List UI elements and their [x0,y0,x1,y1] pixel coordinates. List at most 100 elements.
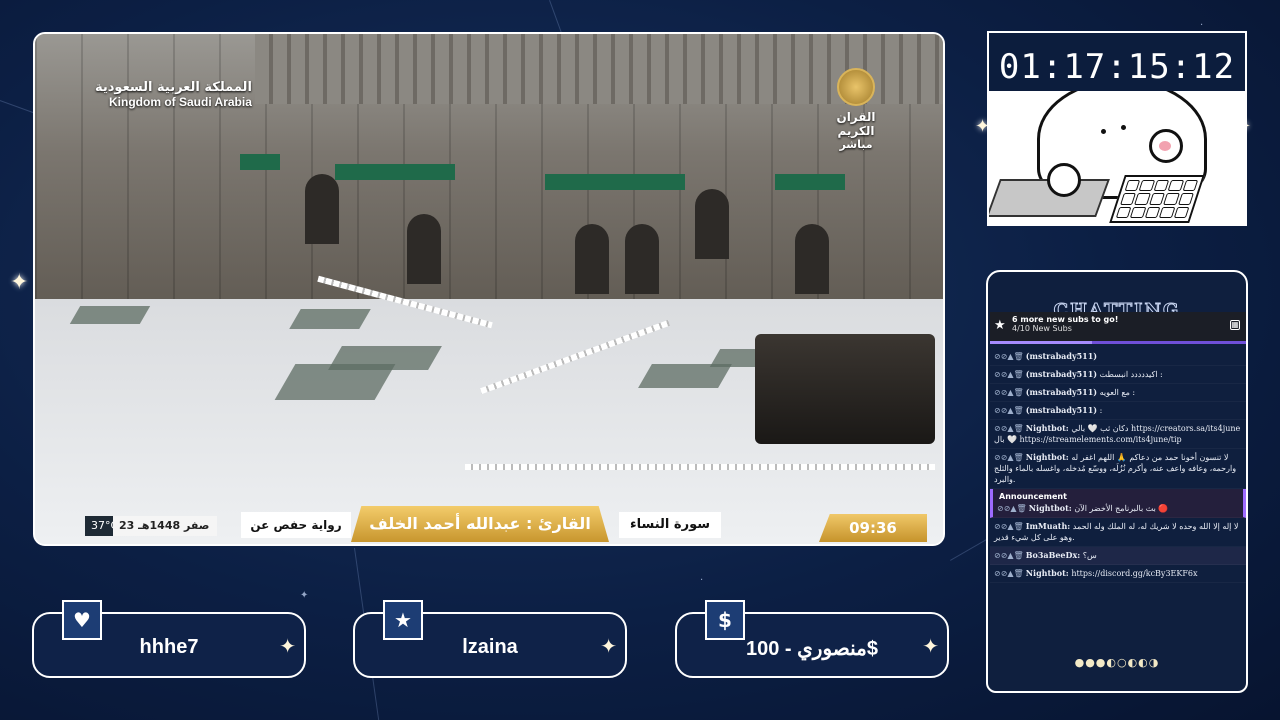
chat-username[interactable]: Nightbot: [1026,568,1069,578]
video-tile [289,309,371,329]
sparkle-icon: ✦ [279,634,296,658]
cat-paw-pad [1159,141,1171,151]
chat-badges: ⊘⊘▲🗑 [997,504,1027,513]
chat-username[interactable]: Nightbot: [1029,503,1072,513]
chat-text: https://discord.gg/kcBy3EKF6x [1071,569,1198,578]
sub-goal-widget: ★ 6 more new subs to go! 4/10 New Subs ▦ [990,312,1246,344]
video-tile [638,364,732,388]
chat-message: ⊘⊘▲🗑 Nightbot: https://discord.gg/kcBy3EK… [990,565,1246,583]
dollar-icon: $ [705,600,745,640]
chat-badges: ⊘⊘▲🗑 [994,370,1024,379]
video-arch [575,224,609,294]
live-video-frame: المملكة العربية السعودية Kingdom of Saud… [33,32,945,546]
channel-name: القران الكريم [836,110,876,138]
video-arch [625,224,659,294]
chat-username[interactable]: ImMuath: [1026,521,1071,531]
latest-follower: hhhe7 [139,636,199,658]
video-roof [775,174,845,190]
video-arch [795,224,829,294]
surah-label: سورة النساء [619,512,721,538]
background-line [0,100,38,115]
lower-third: 37°C 23 صفر 1448هـ رواية حفص عن عاصم الق… [35,504,943,544]
chat-page-dots: ●●●◐○◐◐◑ [1074,656,1160,669]
date-label: 23 صفر 1448هـ [113,516,218,536]
chat-badges: ⊘⊘▲🗑 [994,424,1024,433]
background-star: ✦ [300,590,309,601]
chat-text: اكيددددد انبسطت : [1099,370,1163,379]
chat-badges: ⊘⊘▲🗑 [994,352,1024,361]
chat-message: ⊘⊘▲🗑 (mstrabady511) : [990,402,1246,420]
sub-goal-progress-bar [990,341,1093,344]
chat-panel: CHATTING ★ 6 more new subs to go! 4/10 N… [986,270,1248,693]
video-roof [335,164,455,180]
channel-emblem-icon [837,68,875,106]
video-tile [69,306,151,324]
goal-star-icon: ★ [994,318,1006,333]
video-arch [695,189,729,259]
chat-username[interactable]: Bo3aBeeDx: [1026,550,1080,560]
donation-alert: $ منصوري - 100$ ✦ [675,600,949,678]
cat-paw-left [1047,163,1081,197]
clock-label: 09:36 [819,514,927,542]
chat-username[interactable]: (mstrabady511) [1026,369,1097,379]
cat-eye [1101,129,1106,134]
gift-icon[interactable]: ▦ [1230,320,1240,330]
chat-badges: ⊘⊘▲🗑 [994,569,1024,578]
chat-username[interactable]: (mstrabady511) [1026,351,1097,361]
ksa-watermark: المملكة العربية السعودية Kingdom of Saud… [95,80,252,109]
video-arch [407,214,441,284]
channel-live-label: مباشر [839,138,873,151]
subscriber-alert: ★ lzaina ✦ [353,600,627,678]
chat-text: س؟ [1082,551,1097,560]
sparkle-icon: ✦ [922,634,939,658]
announcement-label: Announcement [999,492,1067,501]
chat-username[interactable]: Nightbot: [1026,423,1069,433]
sparkle-icon: ✦ [600,634,617,658]
chat-message: ⊘⊘▲🗑 (mstrabady511) اكيددددد انبسطت : [990,366,1246,384]
chat-badges: ⊘⊘▲🗑 [994,453,1024,462]
video-arch [305,174,339,244]
chat-message: Announcement ⊘⊘▲🗑 Nightbot: بث بالبرنامج ا… [990,489,1246,518]
chat-text: : [1099,406,1103,415]
sub-goal-remaining: 6 more new subs to go! [1012,315,1119,324]
qari-label: القارئ : عبدالله أحمد الخلف [351,506,609,542]
chat-message: ⊘⊘▲🗑 Nightbot: لا تنسون أخونا حمد من دعاك… [990,449,1246,489]
chat-badges: ⊘⊘▲🗑 [994,388,1024,397]
sparkle-icon: ✦ [10,270,29,295]
chat-message: ⊘⊘▲🗑 (mstrabady511) مع العويه : [990,384,1246,402]
chat-text: بث بالبرنامج الأخضر الآن 🔴 [1074,504,1169,513]
video-roof [545,174,685,190]
cat-eye [1121,125,1126,130]
ksa-english-text: Kingdom of Saudi Arabia [109,95,252,109]
ksa-arabic-text: المملكة العربية السعودية [95,80,252,95]
stream-timer: 01:17:15:12 [998,47,1236,87]
channel-logo: القران الكريم مباشر [821,68,891,151]
background-star: · [1200,20,1204,31]
timer-widget: 01:17:15:12 [987,31,1247,226]
latest-donation: منصوري - 100$ [745,638,878,660]
chat-username[interactable]: (mstrabady511) [1026,405,1097,415]
latest-subscriber: lzaina [462,636,518,658]
chat-username[interactable]: Nightbot: [1026,452,1069,462]
riwaya-label: رواية حفص عن عاصم [241,512,351,538]
chat-badges: ⊘⊘▲🗑 [994,406,1024,415]
video-kaaba [755,334,935,444]
chat-message-list[interactable]: ⊘⊘▲🗑 (mstrabady511) ⊘⊘▲🗑 (mstrabady511) اك… [990,348,1246,648]
video-tile [274,364,396,400]
chat-message: ⊘⊘▲🗑 (mstrabady511) [990,348,1246,366]
video-roof [240,154,280,170]
heart-icon: ♥ [62,600,102,640]
star-icon: ★ [383,600,423,640]
chat-badges: ⊘⊘▲🗑 [994,522,1024,531]
chat-username[interactable]: (mstrabady511) [1026,387,1097,397]
chat-message: ⊘⊘▲🗑 Nightbot: دكان ثب 🤍 بالي https://cre… [990,420,1246,449]
video-fence [465,464,935,470]
cat-keyboard [1109,175,1205,223]
chat-text: مع العويه : [1099,388,1136,397]
background-star: · [700,575,704,586]
chat-badges: ⊘⊘▲🗑 [994,551,1024,560]
chat-message: ⊘⊘▲🗑 ImMuath: لا إله إلا الله وحده لا شري… [990,518,1246,547]
sub-goal-count: 4/10 New Subs [1012,324,1072,333]
chat-message: ⊘⊘▲🗑 Bo3aBeeDx: س؟ [990,547,1246,565]
follower-alert: ♥ hhhe7 ✦ [32,600,306,678]
